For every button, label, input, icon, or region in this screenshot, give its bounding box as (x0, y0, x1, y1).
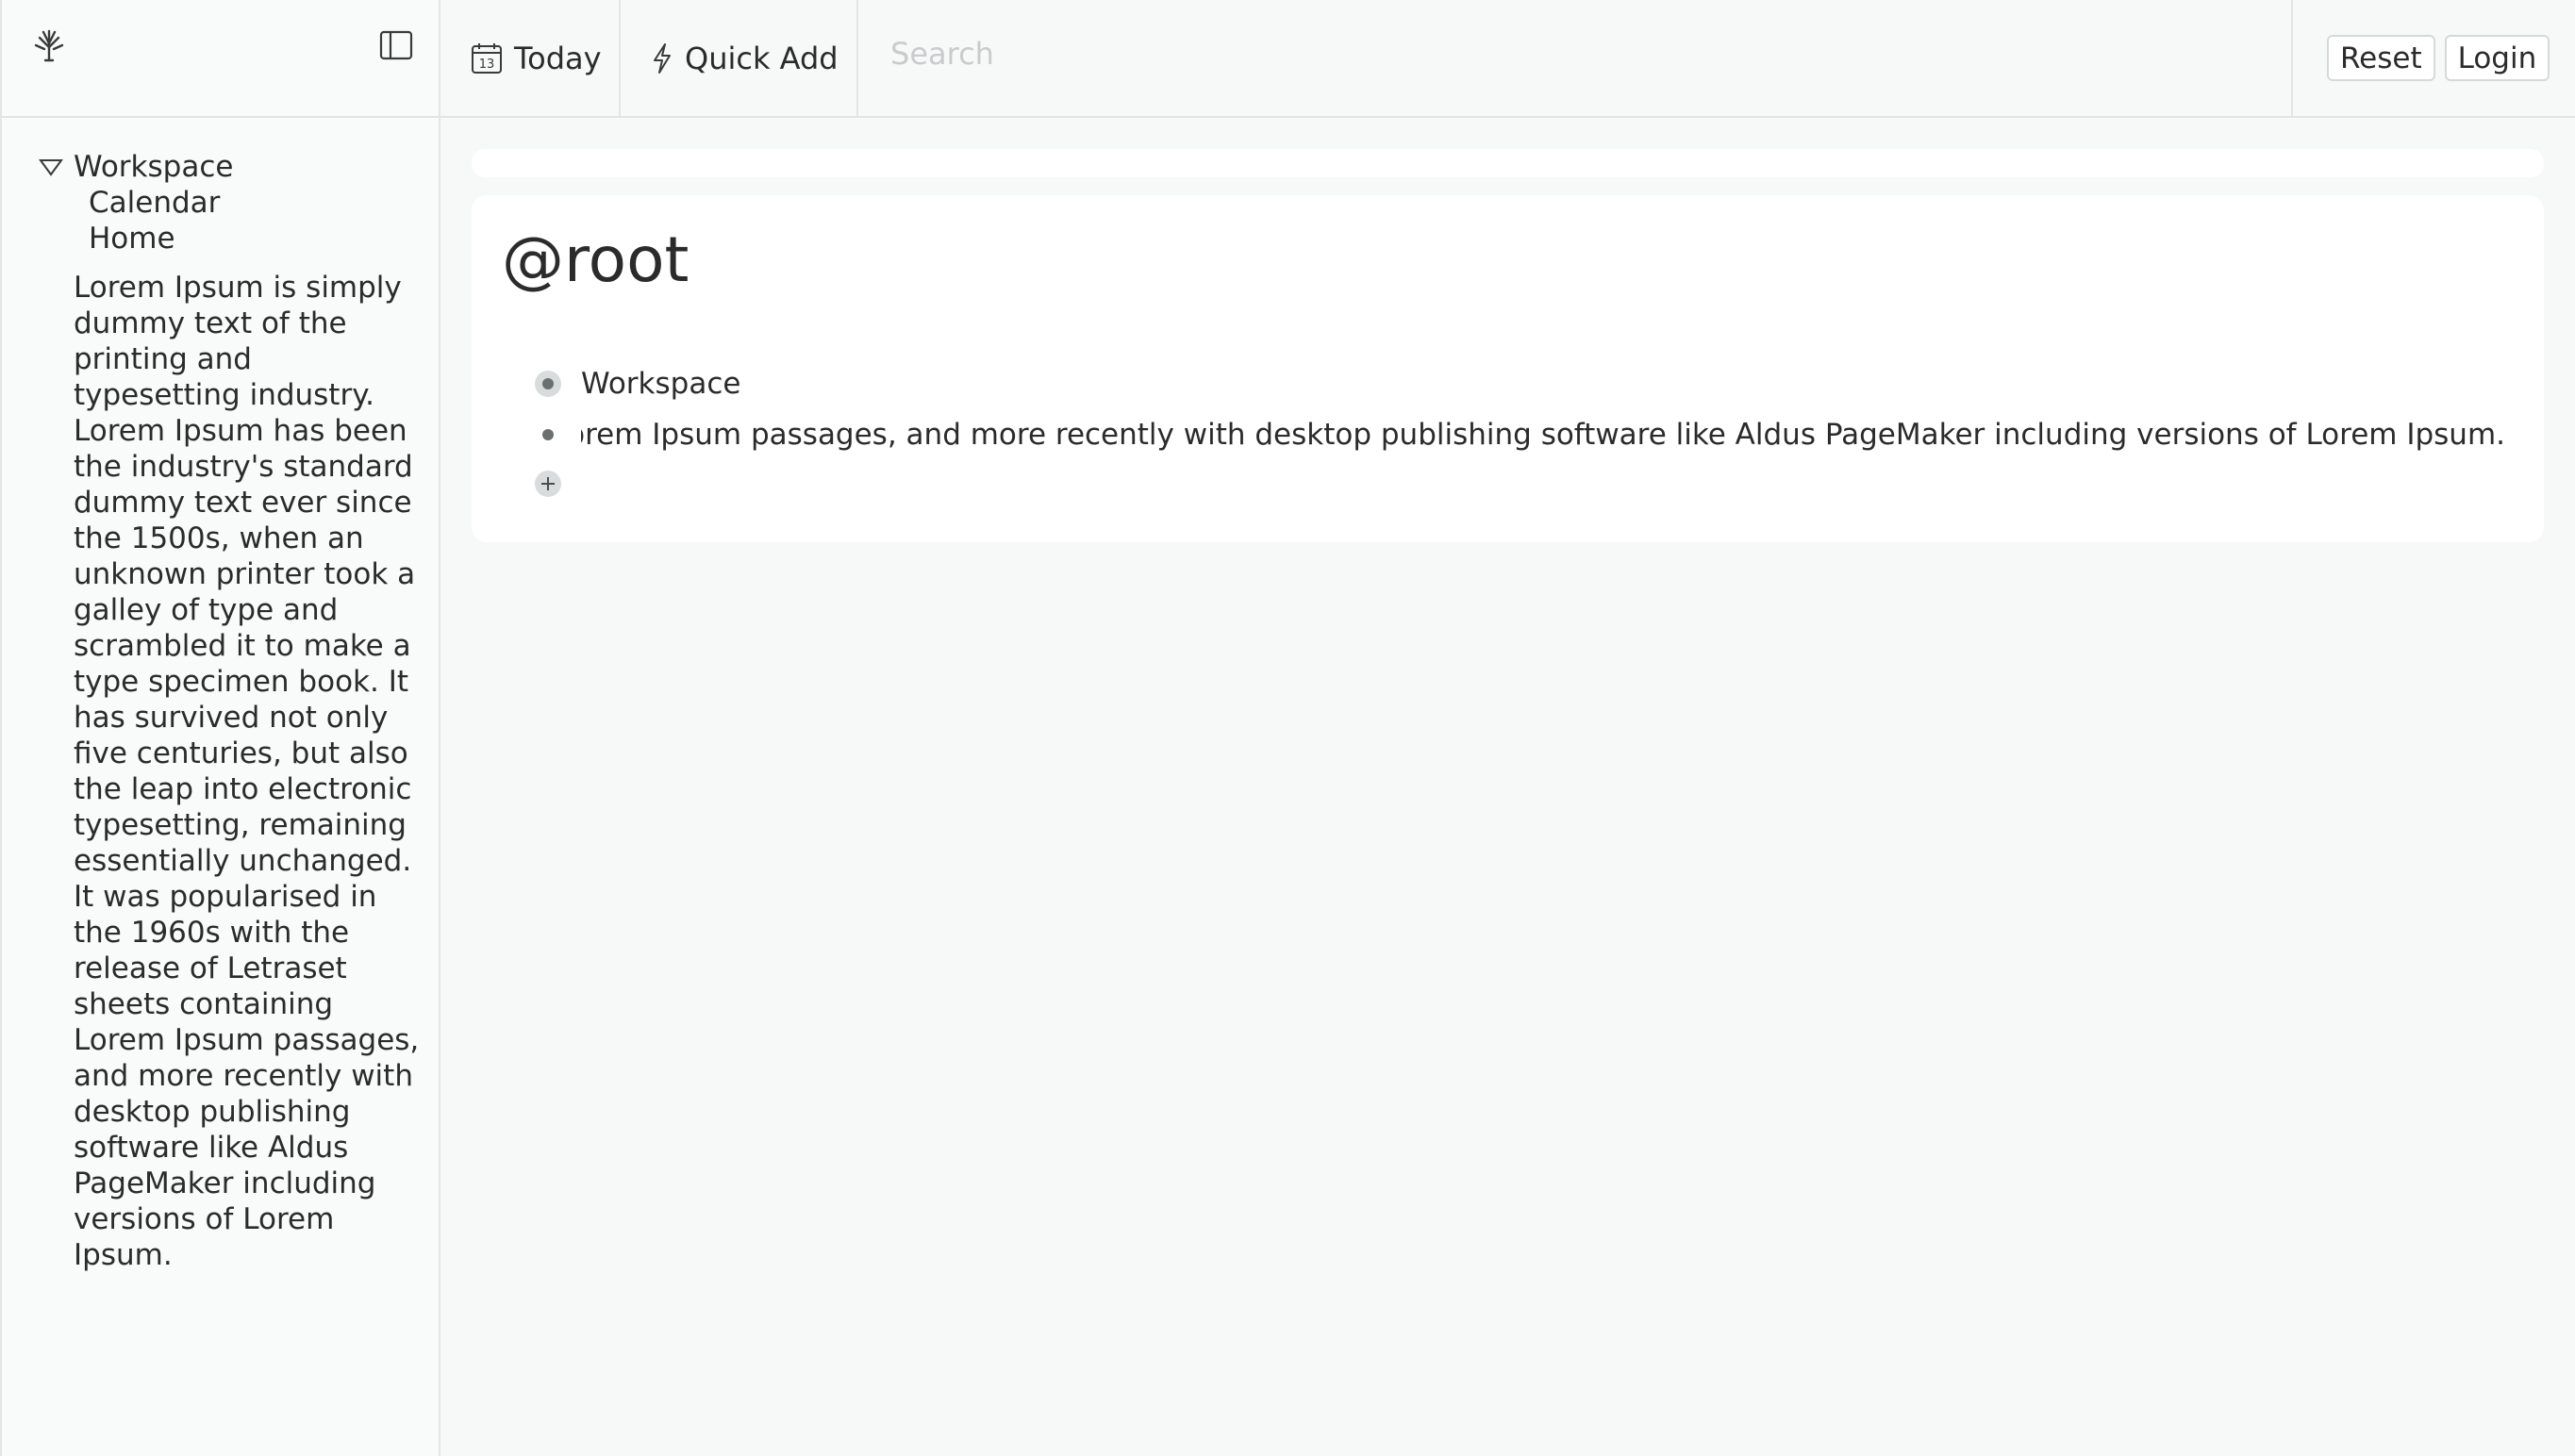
root-page-card: @root Workspace ntaining Lorem Ipsum pas… (472, 195, 2544, 542)
search-input[interactable] (858, 0, 2122, 116)
add-item-row (535, 465, 2525, 503)
top-bar: 13 Today Quick Add Reset Login (440, 0, 2575, 118)
outline-item[interactable]: ntaining Lorem Ipsum passages, and more … (535, 416, 2525, 454)
breadcrumb-bar (472, 149, 2544, 177)
today-button[interactable]: 13 Today (440, 0, 621, 116)
outline-item[interactable]: Workspace (535, 365, 2525, 403)
plus-icon (541, 477, 555, 490)
tree-item-workspace-label: Workspace (74, 150, 234, 184)
lightning-icon (654, 42, 671, 74)
outline-item-text[interactable]: ntaining Lorem Ipsum passages, and more … (581, 418, 2505, 452)
reset-button[interactable]: Reset (2327, 35, 2435, 81)
tree-item-calendar[interactable]: Calendar (38, 185, 415, 221)
tree-logo-icon[interactable] (32, 28, 66, 62)
add-item-button[interactable] (535, 471, 561, 497)
caret-down-icon[interactable] (38, 157, 64, 177)
account-actions: Reset Login (2291, 0, 2575, 116)
app-window: Workspace Calendar Home Lorem Ipsum is s… (0, 0, 2575, 1456)
page-title: @root (502, 223, 689, 296)
workspace-tree: Workspace Calendar Home (38, 149, 415, 256)
quick-add-label: Quick Add (685, 40, 839, 76)
today-label: Today (514, 40, 602, 76)
outline-item-text[interactable]: Workspace (581, 367, 2505, 401)
sidebar-description: Lorem Ipsum is simply dummy text of the … (74, 271, 420, 1272)
tree-item-home[interactable]: Home (38, 221, 415, 256)
outline-item-label: Workspace (581, 367, 741, 401)
calendar-icon-number: 13 (479, 58, 495, 72)
collapsed-bullet-icon[interactable] (535, 371, 561, 397)
sidebar-header (2, 0, 440, 118)
sidebar: Workspace Calendar Home Lorem Ipsum is s… (0, 0, 440, 1456)
tree-item-workspace[interactable]: Workspace (38, 149, 415, 185)
quick-add-button[interactable]: Quick Add (621, 0, 858, 116)
login-button[interactable]: Login (2444, 35, 2550, 81)
sidebar-toggle-icon[interactable] (379, 29, 413, 61)
calendar-icon: 13 (472, 42, 502, 74)
outline-item-label: ntaining Lorem Ipsum passages, and more … (581, 418, 2505, 452)
bullet-icon[interactable] (535, 422, 561, 448)
